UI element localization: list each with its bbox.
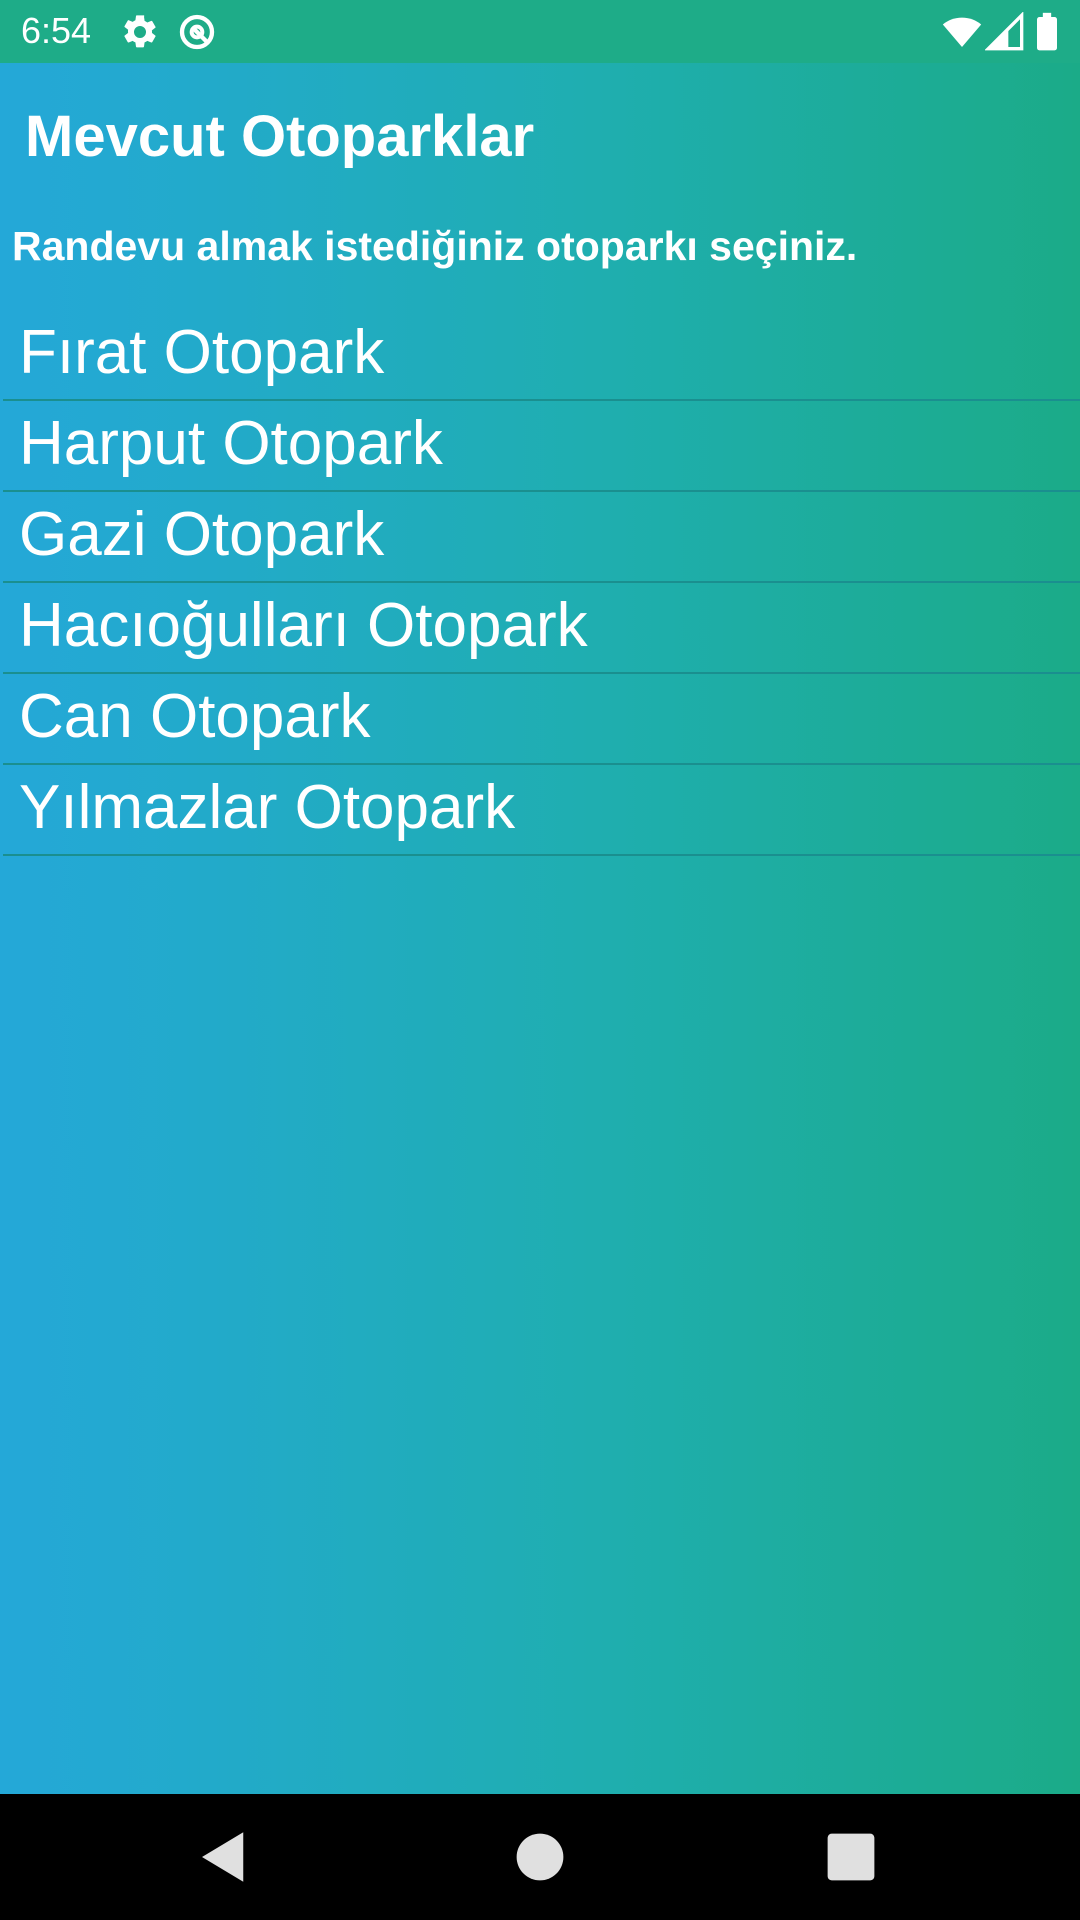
navigation-bar [0, 1794, 1080, 1920]
status-bar: 6:54 [0, 0, 1080, 63]
signal-icon [985, 12, 1025, 52]
sync-icon [177, 12, 217, 52]
content-area: Mevcut Otoparklar Randevu almak istediği… [0, 63, 1080, 1794]
back-icon[interactable] [191, 1824, 257, 1890]
wifi-icon [942, 12, 982, 52]
status-time: 6:54 [21, 10, 92, 51]
parking-lot-item[interactable]: Fırat Otopark [3, 310, 1080, 401]
recents-icon[interactable] [818, 1824, 884, 1890]
parking-lot-item[interactable]: Yılmazlar Otopark [3, 765, 1080, 856]
parking-lot-item[interactable]: Hacıoğulları Otopark [3, 583, 1080, 674]
parking-lot-item[interactable]: Harput Otopark [3, 401, 1080, 492]
parking-lot-item[interactable]: Gazi Otopark [3, 492, 1080, 583]
parking-lot-item[interactable]: Can Otopark [3, 674, 1080, 765]
home-icon[interactable] [507, 1824, 573, 1890]
gear-icon [120, 12, 160, 52]
screen: 6:54 Mevcut Otoparklar Randevu almak ist… [0, 0, 1080, 1920]
battery-icon [1030, 12, 1064, 52]
page-title: Mevcut Otoparklar [25, 104, 535, 169]
parking-lot-list: Fırat Otopark Harput Otopark Gazi Otopar… [3, 310, 1080, 856]
page-subtitle: Randevu almak istediğiniz otoparkı seçin… [12, 223, 858, 269]
